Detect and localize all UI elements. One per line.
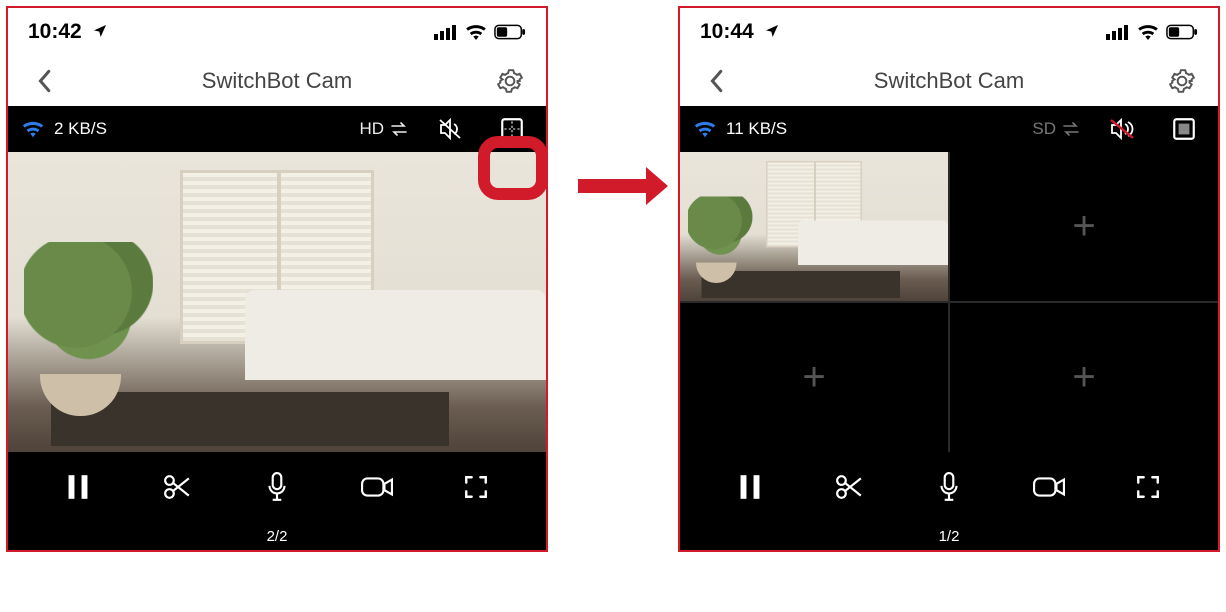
page-title: SwitchBot Cam (202, 68, 352, 94)
clock: 10:44 (700, 20, 780, 44)
back-button[interactable] (24, 61, 64, 101)
single-square-icon (1171, 116, 1197, 142)
record-button[interactable] (357, 467, 397, 507)
pause-button[interactable] (58, 467, 98, 507)
mic-icon (938, 472, 960, 502)
chevron-left-icon (708, 69, 724, 93)
quality-label: SD (1032, 119, 1056, 139)
swap-icon (1062, 122, 1080, 136)
wifi-icon (1137, 24, 1159, 40)
mute-button[interactable] (1102, 109, 1142, 149)
chevron-left-icon (36, 69, 52, 93)
phone-screen-left: 10:42 SwitchBot Cam 2 KB/S (6, 6, 548, 552)
plus-icon: + (1072, 355, 1095, 400)
quality-label: HD (359, 119, 384, 139)
pause-icon (739, 474, 761, 500)
scissors-icon (835, 474, 863, 500)
swap-icon (390, 122, 408, 136)
pause-button[interactable] (730, 467, 770, 507)
phone-screen-right: 10:44 SwitchBot Cam 11 KB/S (678, 6, 1220, 552)
plus-icon: + (802, 355, 825, 400)
callout-highlight (478, 136, 548, 200)
wifi-icon (465, 24, 487, 40)
video-feed[interactable] (8, 152, 546, 452)
video-icon (1033, 475, 1065, 499)
video-icon (361, 475, 393, 499)
speaker-muted-icon (1108, 117, 1136, 141)
record-button[interactable] (1029, 467, 1069, 507)
fullscreen-button[interactable] (1128, 467, 1168, 507)
fullscreen-button[interactable] (456, 467, 496, 507)
plus-icon: + (1072, 204, 1095, 249)
cellular-icon (434, 24, 458, 40)
fullscreen-icon (1135, 474, 1161, 500)
settings-button[interactable] (1162, 61, 1202, 101)
bandwidth-label: 2 KB/S (54, 119, 107, 139)
page-title: SwitchBot Cam (874, 68, 1024, 94)
page-indicator: 1/2 (680, 522, 1218, 550)
stream-info-bar: 11 KB/S SD (680, 106, 1218, 152)
wifi-signal-icon (22, 120, 44, 138)
pause-icon (67, 474, 89, 500)
settings-button[interactable] (490, 61, 530, 101)
control-bar (8, 452, 546, 522)
control-bar (680, 452, 1218, 522)
fullscreen-icon (463, 474, 489, 500)
singleview-button[interactable] (1164, 109, 1204, 149)
quality-toggle[interactable]: HD (359, 119, 408, 139)
nav-bar: SwitchBot Cam (8, 56, 546, 106)
grid-cell-cam1[interactable] (680, 152, 948, 301)
mute-button[interactable] (430, 109, 470, 149)
arrow-icon (578, 179, 648, 193)
location-arrow-icon (92, 23, 108, 39)
back-button[interactable] (696, 61, 736, 101)
status-bar: 10:44 (680, 8, 1218, 56)
cellular-icon (1106, 24, 1130, 40)
gear-icon (1169, 68, 1195, 94)
mic-button[interactable] (257, 467, 297, 507)
grid-cell-add[interactable]: + (950, 303, 1218, 452)
status-bar: 10:42 (8, 8, 546, 56)
battery-icon (1166, 24, 1198, 40)
wifi-signal-icon (694, 120, 716, 138)
scissors-icon (163, 474, 191, 500)
screenshot-button[interactable] (157, 467, 197, 507)
multiview-grid: + + + (680, 152, 1218, 452)
nav-bar: SwitchBot Cam (680, 56, 1218, 106)
mic-button[interactable] (929, 467, 969, 507)
grid-cell-add[interactable]: + (680, 303, 948, 452)
gear-icon (497, 68, 523, 94)
clock: 10:42 (28, 20, 108, 44)
speaker-muted-icon (437, 118, 463, 140)
screenshot-button[interactable] (829, 467, 869, 507)
mic-icon (266, 472, 288, 502)
page-indicator: 2/2 (8, 522, 546, 550)
location-arrow-icon (764, 23, 780, 39)
battery-icon (494, 24, 526, 40)
grid-cell-add[interactable]: + (950, 152, 1218, 301)
bandwidth-label: 11 KB/S (726, 119, 787, 139)
quality-toggle[interactable]: SD (1032, 119, 1080, 139)
arrow-annotation (578, 6, 648, 606)
stream-info-bar: 2 KB/S HD (8, 106, 546, 152)
